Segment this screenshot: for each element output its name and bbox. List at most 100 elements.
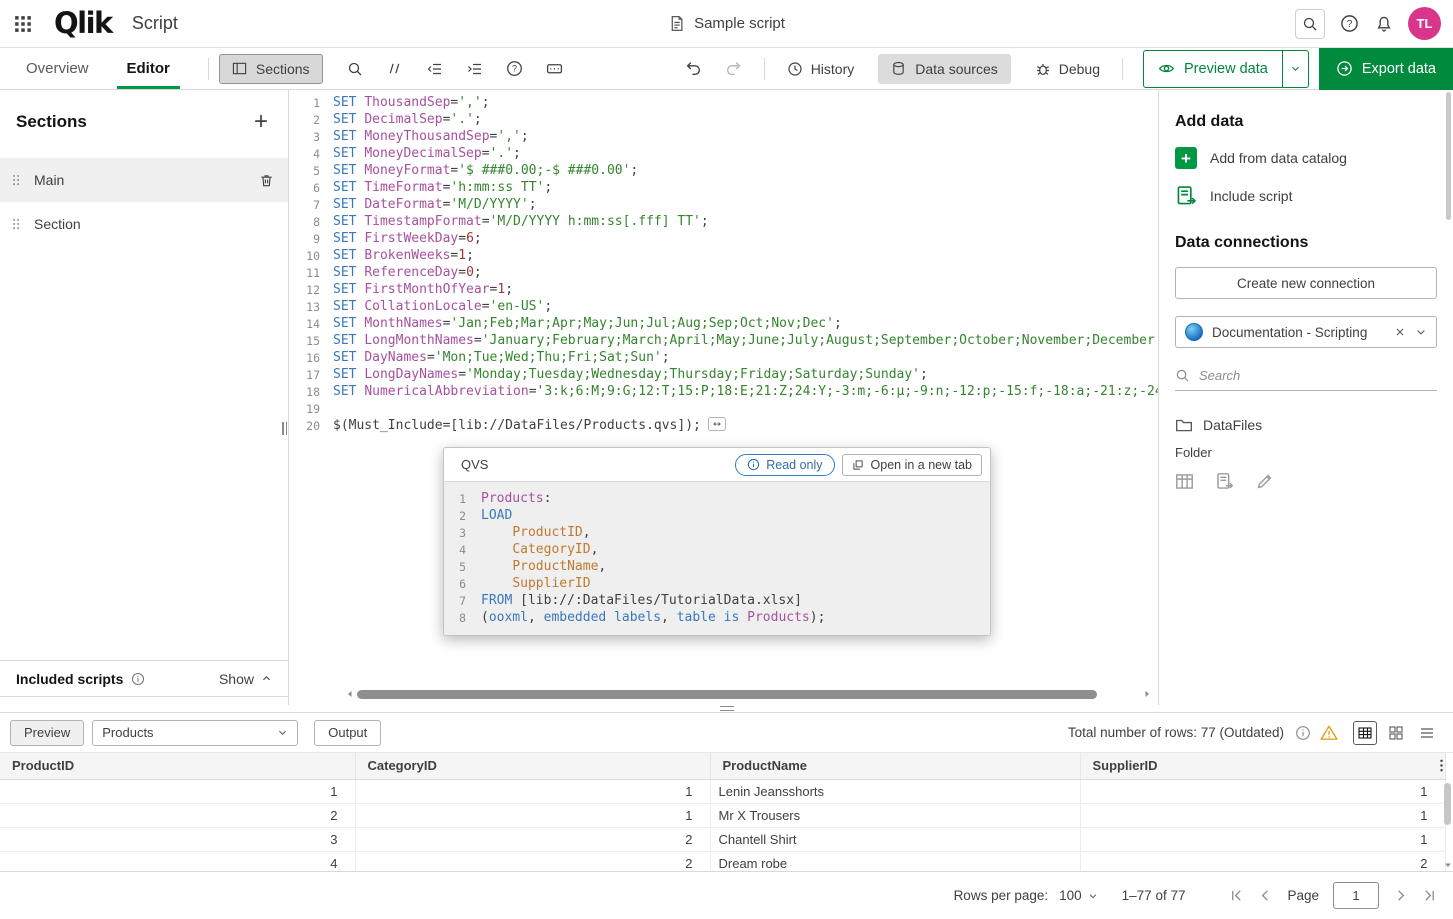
column-header-productid[interactable]: ProductID — [0, 753, 355, 779]
indent-icon[interactable] — [460, 54, 490, 84]
script-line-14: 14SET MonthNames='Jan;Feb;Mar;Apr;May;Ju… — [289, 315, 1158, 332]
search-input[interactable] — [1199, 368, 1437, 383]
editor-preview-splitter[interactable] — [0, 705, 1453, 712]
delete-section-icon[interactable] — [259, 173, 274, 188]
add-section-button[interactable]: + — [254, 113, 268, 131]
preview-table-select[interactable]: Products — [92, 720, 298, 746]
sections-toggle-label: Sections — [256, 61, 310, 77]
show-label: Show — [219, 671, 254, 687]
add-from-data-catalog-button[interactable]: + Add from data catalog — [1175, 147, 1347, 169]
redo-icon[interactable] — [719, 54, 749, 84]
include-link-icon[interactable] — [708, 417, 726, 431]
panel-scrollbar[interactable] — [1446, 92, 1451, 220]
notifications-icon[interactable] — [1373, 13, 1395, 35]
clear-connection-icon[interactable] — [1394, 326, 1406, 338]
script-editor[interactable]: 1SET ThousandSep=',';2SET DecimalSep='.'… — [289, 90, 1158, 705]
previous-page-icon[interactable] — [1258, 888, 1273, 903]
table-cell: 1 — [1080, 803, 1445, 827]
include-script-connection-icon[interactable] — [1215, 472, 1234, 491]
script-line-2: 2SET DecimalSep='.'; — [289, 111, 1158, 128]
data-sources-button[interactable]: Data sources — [878, 54, 1010, 84]
keyboard-shortcuts-icon[interactable] — [540, 54, 570, 84]
avatar[interactable]: TL — [1408, 7, 1441, 40]
open-in-new-tab-button[interactable]: Open in a new tab — [842, 454, 982, 476]
qvs-line-1: 1Products: — [444, 490, 990, 507]
grid-view-icon[interactable] — [1384, 721, 1408, 745]
tab-editor[interactable]: Editor — [117, 48, 180, 89]
rows-per-page-select[interactable]: 100 — [1059, 888, 1098, 903]
tab-overview[interactable]: Overview — [16, 48, 99, 89]
connection-search[interactable] — [1175, 361, 1437, 391]
show-included-scripts-button[interactable]: Show — [219, 671, 272, 687]
section-item-section[interactable]: Section — [0, 202, 288, 246]
first-page-icon[interactable] — [1229, 888, 1244, 903]
table-menu-icon[interactable] — [1434, 758, 1449, 773]
line-number: 2 — [444, 507, 466, 524]
scroll-right-icon[interactable] — [1142, 690, 1152, 698]
scrollbar-thumb[interactable] — [1444, 783, 1451, 825]
scrollbar-track[interactable] — [355, 688, 1142, 700]
connection-actions — [1175, 472, 1437, 491]
column-header-supplierid[interactable]: SupplierID — [1080, 753, 1445, 779]
info-icon[interactable] — [1295, 725, 1311, 741]
connection-folder-item[interactable]: DataFiles — [1175, 416, 1437, 434]
scrollbar-thumb[interactable] — [357, 690, 1097, 699]
data-sources-label: Data sources — [915, 61, 997, 77]
scroll-left-icon[interactable] — [345, 690, 355, 698]
table-view-icon[interactable] — [1353, 721, 1377, 745]
code-pane[interactable]: 1SET ThousandSep=',';2SET DecimalSep='.'… — [289, 94, 1158, 434]
export-data-button[interactable]: Export data — [1319, 48, 1453, 90]
preview-data-dropdown-icon[interactable] — [1282, 51, 1308, 87]
script-line-20: 20$(Must_Include=[lib://DataFiles/Produc… — [289, 417, 1158, 434]
debug-button[interactable]: Debug — [1035, 61, 1100, 77]
preview-button[interactable]: Preview — [10, 720, 84, 746]
table-vertical-scrollbar[interactable] — [1444, 783, 1452, 871]
page-input[interactable] — [1333, 882, 1379, 909]
output-tab[interactable]: Output — [314, 720, 381, 746]
script-line-6: 6SET TimeFormat='h:mm:ss TT'; — [289, 179, 1158, 196]
drag-handle-icon[interactable] — [10, 216, 23, 232]
data-sources-icon — [891, 61, 906, 76]
column-header-productname[interactable]: ProductName — [710, 753, 1080, 779]
comment-icon[interactable] — [380, 54, 410, 84]
row-range-text: 1–77 of 77 — [1122, 888, 1186, 903]
create-new-connection-button[interactable]: Create new connection — [1175, 267, 1437, 299]
section-item-main[interactable]: Main — [0, 158, 288, 202]
connection-select[interactable]: Documentation - Scripting — [1175, 316, 1437, 348]
preview-data-button[interactable]: Preview data — [1144, 51, 1282, 87]
syntax-help-icon[interactable]: ? — [500, 54, 530, 84]
scroll-down-icon[interactable] — [1444, 861, 1452, 869]
outdent-icon[interactable] — [420, 54, 450, 84]
info-icon[interactable] — [131, 672, 145, 686]
document-title-group[interactable]: Sample script — [668, 15, 785, 32]
undo-icon[interactable] — [679, 54, 709, 84]
total-rows-text: Total number of rows: 77 (Outdated) — [1068, 725, 1284, 740]
next-page-icon[interactable] — [1393, 888, 1408, 903]
edit-connection-icon[interactable] — [1255, 472, 1274, 491]
column-header-categoryid[interactable]: CategoryID — [355, 753, 710, 779]
list-view-icon[interactable] — [1415, 721, 1439, 745]
app-launcher-icon[interactable] — [14, 13, 36, 35]
last-page-icon[interactable] — [1422, 888, 1437, 903]
history-button[interactable]: History — [787, 61, 855, 77]
svg-text:?: ? — [512, 64, 517, 74]
script-line-16: 16SET DayNames='Mon;Tue;Wed;Thu;Fri;Sat;… — [289, 349, 1158, 366]
line-number: 10 — [289, 247, 320, 264]
find-replace-icon[interactable] — [340, 54, 370, 84]
sections-toggle-button[interactable]: Sections — [219, 54, 323, 84]
table-cell: 1 — [0, 779, 355, 803]
chevron-down-icon[interactable] — [1415, 326, 1427, 338]
top-bar: Qlik Script Sample script ? TL — [0, 0, 1453, 48]
search-icon — [1175, 368, 1190, 383]
line-number: 17 — [289, 366, 320, 383]
splitter-handle-icon[interactable] — [720, 706, 734, 711]
include-script-button[interactable]: Include script — [1175, 185, 1292, 207]
global-search-icon[interactable] — [1295, 9, 1325, 39]
editor-horizontal-scrollbar[interactable] — [345, 688, 1152, 700]
connection-type-label: Folder — [1175, 445, 1437, 460]
panel-collapse-handle[interactable] — [281, 421, 288, 436]
drag-handle-icon[interactable] — [10, 172, 23, 188]
table-header-row: ProductIDCategoryIDProductNameSupplierID — [0, 753, 1445, 779]
help-icon[interactable]: ? — [1338, 13, 1360, 35]
select-data-icon[interactable] — [1175, 472, 1194, 491]
